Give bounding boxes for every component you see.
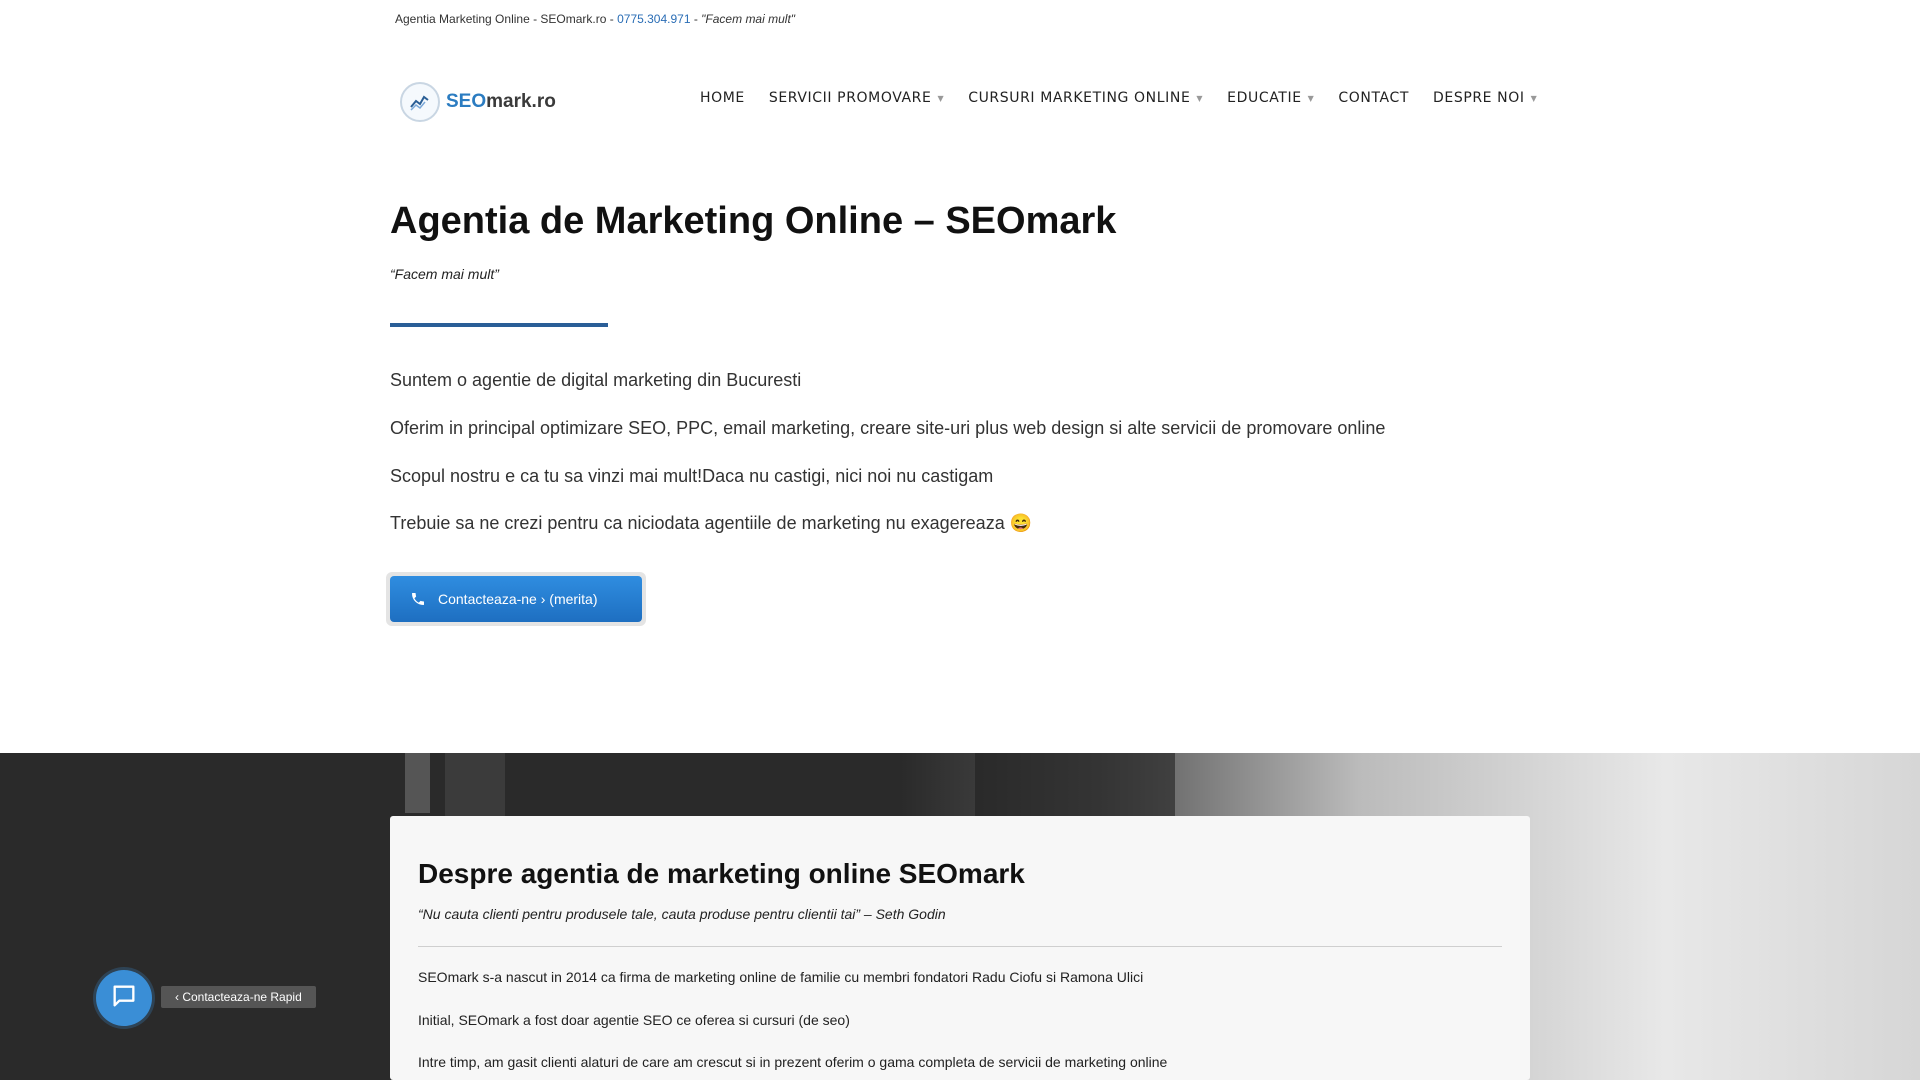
phone-link[interactable]: 0775.304.971 — [617, 12, 690, 26]
chevron-down-icon: ▼ — [1196, 93, 1204, 103]
background-photo-detail — [445, 753, 505, 823]
topbar-separator: - — [690, 12, 702, 26]
top-info-bar: Agentia Marketing Online - SEOmark.ro - … — [395, 12, 795, 26]
hero-paragraph: Oferim in principal optimizare SEO, PPC,… — [390, 418, 1386, 438]
nav-contact[interactable]: CONTACT — [1338, 90, 1409, 106]
about-card: Despre agentia de marketing online SEOma… — [390, 816, 1530, 1080]
about-quote: “Nu cauta clienti pentru produsele tale,… — [418, 906, 946, 922]
site-name: Agentia Marketing Online - SEOmark.ro - — [395, 12, 618, 26]
hero-divider — [390, 323, 608, 327]
hero-subtitle: “Facem mai mult” — [390, 266, 499, 282]
site-logo[interactable]: SEOmark.ro — [400, 82, 556, 122]
about-paragraph: Initial, SEOmark a fost doar agentie SEO… — [418, 1012, 850, 1028]
page-title: Agentia de Marketing Online – SEOmark — [390, 200, 1117, 242]
contact-cta-button[interactable]: Contacteaza-ne › (merita) — [390, 576, 642, 622]
about-divider — [418, 946, 1502, 947]
phone-icon — [410, 591, 426, 607]
hero-paragraph: Scopul nostru e ca tu sa vinzi mai mult!… — [390, 466, 994, 486]
nav-educatie[interactable]: EDUCATIE ▼ — [1227, 90, 1314, 106]
chevron-down-icon: ▼ — [1307, 93, 1315, 103]
hero-paragraph: Suntem o agentie de digital marketing di… — [390, 370, 802, 390]
cta-wrapper: Contacteaza-ne › (merita) — [386, 572, 646, 626]
chevron-down-icon: ▼ — [937, 93, 945, 103]
logo-chart-icon — [400, 82, 440, 122]
hero-paragraph: Trebuie sa ne crezi pentru ca niciodata … — [390, 513, 1033, 533]
main-nav: HOME SERVICII PROMOVARE ▼ CURSURI MARKETI… — [700, 90, 1561, 106]
about-paragraph: Intre timp, am gasit clienti alaturi de … — [418, 1054, 1168, 1070]
nav-home[interactable]: HOME — [700, 90, 745, 106]
logo-text: SEOmark.ro — [446, 91, 556, 112]
chat-bubble-icon — [110, 982, 138, 1015]
chevron-down-icon: ▼ — [1530, 93, 1538, 103]
nav-cursuri-marketing-online[interactable]: CURSURI MARKETING ONLINE ▼ — [968, 90, 1203, 106]
quick-contact-label[interactable]: ‹ Contacteaza-ne Rapid — [161, 986, 316, 1008]
nav-despre-noi[interactable]: DESPRE NOI ▼ — [1433, 90, 1537, 106]
nav-servicii-promovare[interactable]: SERVICII PROMOVARE ▼ — [769, 90, 944, 106]
about-paragraph: SEOmark s-a nascut in 2014 ca firma de m… — [418, 969, 1144, 985]
quick-contact-button[interactable] — [96, 970, 152, 1026]
topbar-slogan: "Facem mai mult" — [701, 12, 796, 26]
about-title: Despre agentia de marketing online SEOma… — [418, 858, 1025, 889]
background-photo-detail — [405, 753, 430, 813]
cta-label: Contacteaza-ne › (merita) — [438, 591, 598, 607]
